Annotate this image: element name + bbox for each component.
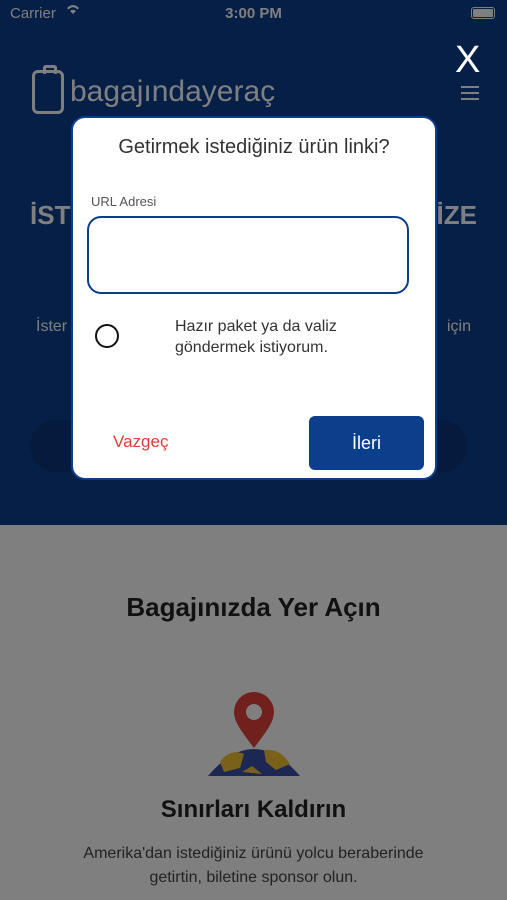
next-button[interactable]: İleri	[309, 416, 424, 470]
cancel-button[interactable]: Vazgeç	[113, 432, 168, 452]
package-option-label[interactable]: Hazır paket ya da valiz göndermek istiyo…	[175, 316, 375, 358]
app-screen: Carrier 3:00 PM bagajındayeraç İST İZE İ…	[0, 0, 507, 900]
url-field-label: URL Adresi	[91, 194, 157, 209]
product-link-dialog: Getirmek istediğiniz ürün linki? URL Adr…	[71, 116, 437, 480]
close-button[interactable]: X	[455, 40, 480, 80]
dialog-title: Getirmek istediğiniz ürün linki?	[118, 136, 390, 158]
package-option-radio[interactable]	[95, 324, 119, 348]
url-input[interactable]	[87, 216, 409, 294]
